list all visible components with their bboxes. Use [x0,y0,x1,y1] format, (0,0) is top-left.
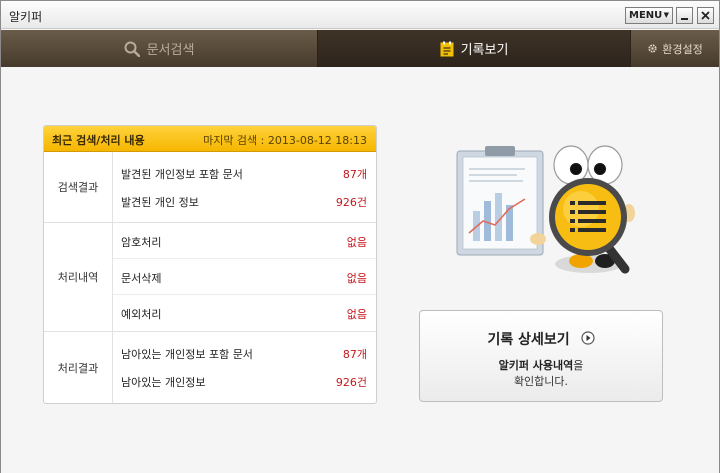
tab-bar: 문서검색 기록보기 환경설정 [1,30,719,67]
row-label: 남아있는 개인정보 [121,376,206,389]
summary-title: 최근 검색/처리 내용 [52,134,145,147]
recent-summary-panel: 최근 검색/처리 내용 마지막 검색 : 2013-08-12 18:13 검색… [43,125,377,404]
notepad-icon [440,41,454,57]
caret-down-icon: ▼ [663,11,669,19]
row-label: 암호처리 [121,236,162,249]
window-title: 알키퍼 [9,10,43,24]
view-history-detail-button[interactable]: 기록 상세보기 알키퍼 사용내역을 확인합니다. [419,310,663,402]
row-value: 없음 [346,236,367,249]
detail-button-title-row: 기록 상세보기 [420,329,662,349]
row-label: 남아있는 개인정보 포함 문서 [121,348,253,361]
close-icon [701,11,710,20]
tab-document-search[interactable]: 문서검색 [1,30,317,67]
group-processing-history: 처리내역 암호처리 없음 문서삭제 없음 예외처리 없음 [44,223,376,332]
tab-view-history[interactable]: 기록보기 [317,30,631,67]
row-value: 926건 [335,196,367,209]
group-processing-results: 처리결과 남아있는 개인정보 포함 문서 87개 남아있는 개인정보 926건 [44,332,376,403]
summary-header: 최근 검색/처리 내용 마지막 검색 : 2013-08-12 18:13 [44,126,376,152]
tab-document-search-label: 문서검색 [146,43,195,58]
app-window: 알키퍼 MENU ▼ 문서검색 기록보기 환경설정 최근 검색/처리 내용 마지… [0,0,720,473]
row-label: 문서삭제 [121,272,162,285]
row-value: 87개 [342,348,367,361]
group-search-results: 검색결과 발견된 개인정보 포함 문서 87개 발견된 개인 정보 926건 [44,152,376,223]
tab-settings[interactable]: 환경설정 [631,30,719,67]
row-value: 926건 [335,376,367,389]
summary-row: 발견된 개인 정보 926건 [113,182,376,218]
last-search-time: 마지막 검색 : 2013-08-12 18:13 [203,134,367,147]
group-label: 처리결과 [44,332,113,403]
group-label: 검색결과 [44,152,113,222]
gear-icon [647,43,658,54]
summary-row: 남아있는 개인정보 926건 [113,362,376,398]
row-label: 발견된 개인정보 포함 문서 [121,168,243,181]
mascot-magnifier-illustration [456,145,635,274]
detail-button-title: 기록 상세보기 [487,332,570,348]
detail-description-bold: 알키퍼 사용내역 [498,359,574,372]
title-bar: 알키퍼 MENU ▼ [1,1,719,29]
close-button[interactable] [697,7,714,24]
detail-description-line1: 알키퍼 사용내역을 [420,357,662,373]
detail-description-line2: 확인합니다. [513,375,569,388]
play-circle-icon [580,331,595,349]
magnifier-icon [124,41,140,57]
group-label: 처리내역 [44,223,113,331]
row-value: 87개 [342,168,367,181]
row-value: 없음 [346,272,367,285]
row-label: 예외처리 [121,308,162,321]
detail-description-suffix: 을 [573,359,584,372]
mascot-character [530,145,635,274]
summary-row: 예외처리 없음 [113,295,376,331]
summary-row: 암호처리 없음 [113,223,376,259]
row-label: 발견된 개인 정보 [121,196,199,209]
row-value: 없음 [346,308,367,321]
tab-settings-label: 환경설정 [662,42,703,56]
minimize-button[interactable] [676,7,693,24]
menu-button[interactable]: MENU ▼ [625,7,673,24]
history-view: 최근 검색/처리 내용 마지막 검색 : 2013-08-12 18:13 검색… [1,67,719,473]
summary-row: 문서삭제 없음 [113,259,376,295]
menu-button-label: MENU [629,10,663,21]
tab-view-history-label: 기록보기 [460,43,509,58]
